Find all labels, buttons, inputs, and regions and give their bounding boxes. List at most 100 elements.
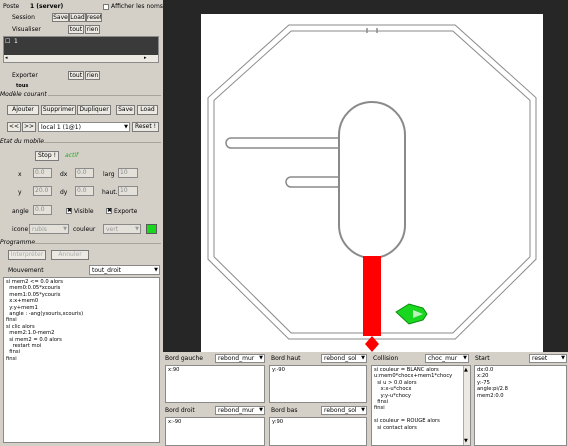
previous-model-button[interactable]: <<	[7, 122, 21, 132]
bord-haut-code[interactable]: y:-90	[269, 365, 367, 403]
angle-field[interactable]: 0.0	[33, 205, 52, 215]
modele-load-button[interactable]: Load	[137, 105, 158, 115]
exporte-checkbox[interactable]	[106, 207, 112, 214]
visualiser-label: Visualiser	[12, 26, 41, 33]
mouvement-mode-select[interactable]: tout_droit ▼	[89, 265, 160, 275]
programme-section-title: Programme	[0, 239, 36, 246]
annuler-button[interactable]: Annuler	[51, 250, 89, 260]
supprimer-button[interactable]: Supprimer	[41, 105, 76, 115]
chevron-down-icon: ▼	[259, 407, 263, 413]
color-swatch[interactable]	[146, 224, 157, 234]
visualiser-list-item-checkbox[interactable]: ☐	[5, 38, 10, 46]
poste-label: Poste	[3, 3, 20, 10]
chevron-down-icon: ▼	[124, 124, 128, 130]
stop-button[interactable]: Stop !	[35, 151, 59, 161]
bord-droit-label: Bord droit	[165, 407, 195, 414]
bord-haut-label: Bord haut	[271, 355, 301, 362]
bord-gauche-code[interactable]: x:90	[165, 365, 265, 403]
dy-label: dy	[60, 189, 68, 196]
bord-bas-code[interactable]: y:90	[269, 417, 367, 446]
dx-field[interactable]: 0.0	[75, 168, 94, 178]
etat-divider	[42, 142, 161, 143]
angle-label: angle	[12, 208, 29, 215]
visible-label: Visible	[74, 208, 94, 215]
scroll-up-icon[interactable]: ▲	[464, 366, 468, 374]
bord-gauche-mode-select[interactable]: rebond_mur ▼	[215, 354, 265, 363]
game-canvas[interactable]	[201, 14, 543, 352]
couleur-label: couleur	[73, 226, 96, 233]
left-bar-lower	[285, 176, 343, 188]
etat-section-title: Etat du mobile	[0, 138, 44, 145]
dx-label: dx	[60, 171, 68, 178]
haut-field[interactable]: 10	[118, 186, 138, 196]
programme-divider	[32, 243, 161, 244]
larg-field[interactable]: 10	[118, 168, 138, 178]
visualiser-list-item[interactable]: 1	[14, 38, 18, 46]
modele-divider	[48, 95, 161, 96]
visualiser-rien-button[interactable]: rien	[85, 25, 100, 34]
bord-bas-label: Bord bas	[271, 407, 298, 414]
session-label: Session	[12, 14, 35, 21]
larg-label: larg	[103, 171, 115, 178]
current-model-select[interactable]: local 1 (1@1) ▼	[38, 122, 130, 132]
icone-select[interactable]: rubis ▼	[29, 224, 69, 234]
session-save-button[interactable]: Save	[52, 13, 69, 22]
visualiser-tout-button[interactable]: tout	[68, 25, 84, 34]
collision-scrollbar[interactable]: ▲ ▼	[463, 366, 470, 445]
session-load-button[interactable]: Load	[69, 13, 86, 22]
chevron-down-icon: ▼	[361, 355, 365, 361]
exporte-label: Exporte	[114, 208, 138, 215]
x-field[interactable]: 0.0	[33, 168, 52, 178]
dupliquer-button[interactable]: Dupliquer	[77, 105, 111, 115]
chevron-down-icon: ▼	[361, 407, 365, 413]
collision-label: Collision	[373, 355, 399, 362]
capsule-obstacle	[338, 101, 406, 259]
modele-section-title: Modèle courant	[0, 91, 47, 98]
mouvement-label: Mouvement	[8, 267, 44, 274]
bord-droit-code[interactable]: x:-90	[165, 417, 265, 446]
mouvement-code-editor[interactable]: si mem2 <= 0.0 alors mem0:0.05*xcouris m…	[3, 277, 160, 443]
chevron-down-icon: ▼	[463, 355, 467, 361]
collision-mode-select[interactable]: choc_mur ▼	[425, 354, 469, 363]
bord-droit-mode-select[interactable]: rebond_mur ▼	[215, 406, 265, 415]
bottom-panel: Bord gauche rebond_mur ▼ x:90 Bord haut r…	[163, 352, 568, 446]
start-code-editor[interactable]: dx:0.0 x:20 y:-75 angle:pi/2.8 mem2:0.0	[474, 365, 567, 446]
y-label: y	[18, 189, 22, 196]
scroll-right-icon[interactable]: ▸	[144, 54, 147, 62]
interpreter-button[interactable]: Interpréter	[8, 250, 46, 260]
exporter-rien-button[interactable]: rien	[85, 71, 100, 80]
chevron-down-icon: ▼	[63, 226, 67, 232]
bord-bas-mode-select[interactable]: rebond_sol ▼	[321, 406, 367, 415]
chevron-down-icon: ▼	[259, 355, 263, 361]
ajouter-button[interactable]: Ajouter	[7, 105, 39, 115]
couleur-select[interactable]: vert ▼	[103, 224, 141, 234]
collision-code-editor[interactable]: si couleur = BLANC alors u:mem0*chocx+me…	[371, 365, 471, 446]
modele-reset-button[interactable]: Reset !	[132, 122, 159, 132]
visualiser-list[interactable]: ☐ 1 ◂ ▸	[3, 36, 159, 63]
icone-label: icone	[12, 226, 29, 233]
poste-value: 1 (server)	[30, 3, 64, 10]
y-field[interactable]: 20.0	[33, 186, 52, 196]
show-names-label: Afficher les noms	[111, 3, 163, 10]
scroll-left-icon[interactable]: ◂	[5, 54, 8, 62]
chevron-down-icon: ▼	[154, 267, 158, 273]
dy-field[interactable]: 0.0	[75, 186, 94, 196]
left-bar-upper	[225, 137, 347, 149]
start-label: Start	[475, 355, 490, 362]
chevron-down-icon: ▼	[561, 355, 565, 361]
start-mode-select[interactable]: reset ▼	[529, 354, 567, 363]
visible-checkbox[interactable]	[66, 207, 72, 214]
visualiser-scrollbar[interactable]: ◂ ▸	[4, 55, 158, 62]
bord-haut-mode-select[interactable]: rebond_sol ▼	[321, 354, 367, 363]
red-bar	[363, 256, 381, 336]
show-names-checkbox[interactable]	[103, 4, 109, 10]
bord-gauche-label: Bord gauche	[165, 355, 203, 362]
modele-save-button[interactable]: Save	[116, 105, 135, 115]
next-model-button[interactable]: >>	[22, 122, 36, 132]
exporter-tout-button[interactable]: tout	[68, 71, 84, 80]
scroll-down-icon[interactable]: ▼	[464, 437, 468, 445]
exporter-value: tous	[16, 83, 29, 89]
haut-label: haut.	[102, 189, 118, 196]
exporter-label: Exporter	[12, 72, 38, 79]
session-reset-button[interactable]: reset	[86, 13, 102, 22]
